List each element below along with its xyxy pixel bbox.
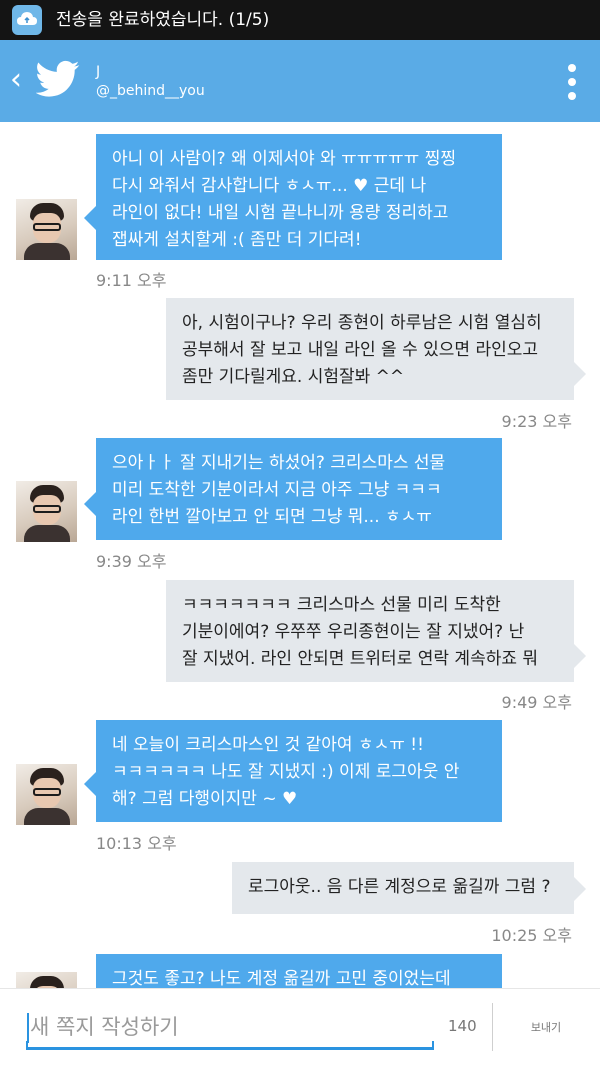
message-timestamp: 9:11 오후 [96, 271, 167, 290]
outgoing-message-bubble: 아, 시험이구나? 우리 종현이 하루남은 시험 열심히 공부해서 잘 보고 내… [166, 298, 574, 400]
avatar[interactable] [16, 972, 77, 988]
incoming-message-bubble: 으아ㅏㅏ 잘 지내기는 하셨어? 크리스마스 선물 미리 도착한 기분이라서 지… [96, 438, 502, 540]
text-cursor [27, 1013, 29, 1043]
conversation-user-handle: @_behind__you [96, 83, 205, 99]
app-bar: ‹ J @_behind__you [0, 40, 600, 122]
bubble-tail [574, 877, 586, 901]
message-timestamp: 9:23 오후 [501, 412, 572, 431]
outgoing-message-bubble: 로그아웃.. 음 다른 계정으로 옮길까 그럼 ? [232, 862, 574, 914]
compose-bar: 140 보내기 [0, 988, 600, 1066]
cloud-upload-icon [12, 5, 42, 35]
bubble-tail [84, 206, 96, 230]
character-count: 140 [448, 1017, 477, 1035]
twitter-bird-icon [35, 60, 80, 100]
bubble-tail [84, 772, 96, 796]
message-list[interactable]: 아니 이 사람이? 왜 이제서야 와 ㅠㅠㅠㅠㅠ 찡찡 다시 와줘서 감사합니다… [0, 122, 600, 988]
message-timestamp: 9:49 오후 [501, 693, 572, 712]
message-timestamp: 10:13 오후 [96, 834, 177, 853]
input-underline [26, 1041, 434, 1050]
message-timestamp: 9:39 오후 [96, 552, 167, 571]
new-message-input[interactable] [26, 1011, 434, 1043]
incoming-message-bubble: 아니 이 사람이? 왜 이제서야 와 ㅠㅠㅠㅠㅠ 찡찡 다시 와줘서 감사합니다… [96, 134, 502, 260]
bubble-tail [84, 492, 96, 516]
bubble-tail [574, 644, 586, 668]
incoming-message-bubble: 그것도 좋고? 나도 계정 옮길까 고민 중이었는데 [96, 954, 502, 988]
status-bar: 전송을 완료하였습니다. (1/5) [0, 0, 600, 40]
divider [492, 1003, 493, 1051]
avatar[interactable] [16, 481, 77, 542]
overflow-menu-icon[interactable] [560, 62, 584, 102]
message-timestamp: 10:25 오후 [491, 926, 572, 945]
send-button[interactable]: 보내기 [506, 1013, 586, 1041]
incoming-message-bubble: 네 오늘이 크리스마스인 것 같아여 ㅎㅅㅠ !! ㅋㅋㅋㅋㅋㅋ 나도 잘 지냈… [96, 720, 502, 822]
notification-text: 전송을 완료하였습니다. (1/5) [56, 10, 270, 30]
back-icon[interactable]: ‹ [4, 60, 28, 100]
conversation-user-name: J [96, 64, 101, 80]
outgoing-message-bubble: ㅋㅋㅋㅋㅋㅋㅋ 크리스마스 선물 미리 도착한 기분이에여? 우쭈쭈 우리종현이… [166, 580, 574, 682]
bubble-tail [574, 362, 586, 386]
avatar[interactable] [16, 199, 77, 260]
avatar[interactable] [16, 764, 77, 825]
